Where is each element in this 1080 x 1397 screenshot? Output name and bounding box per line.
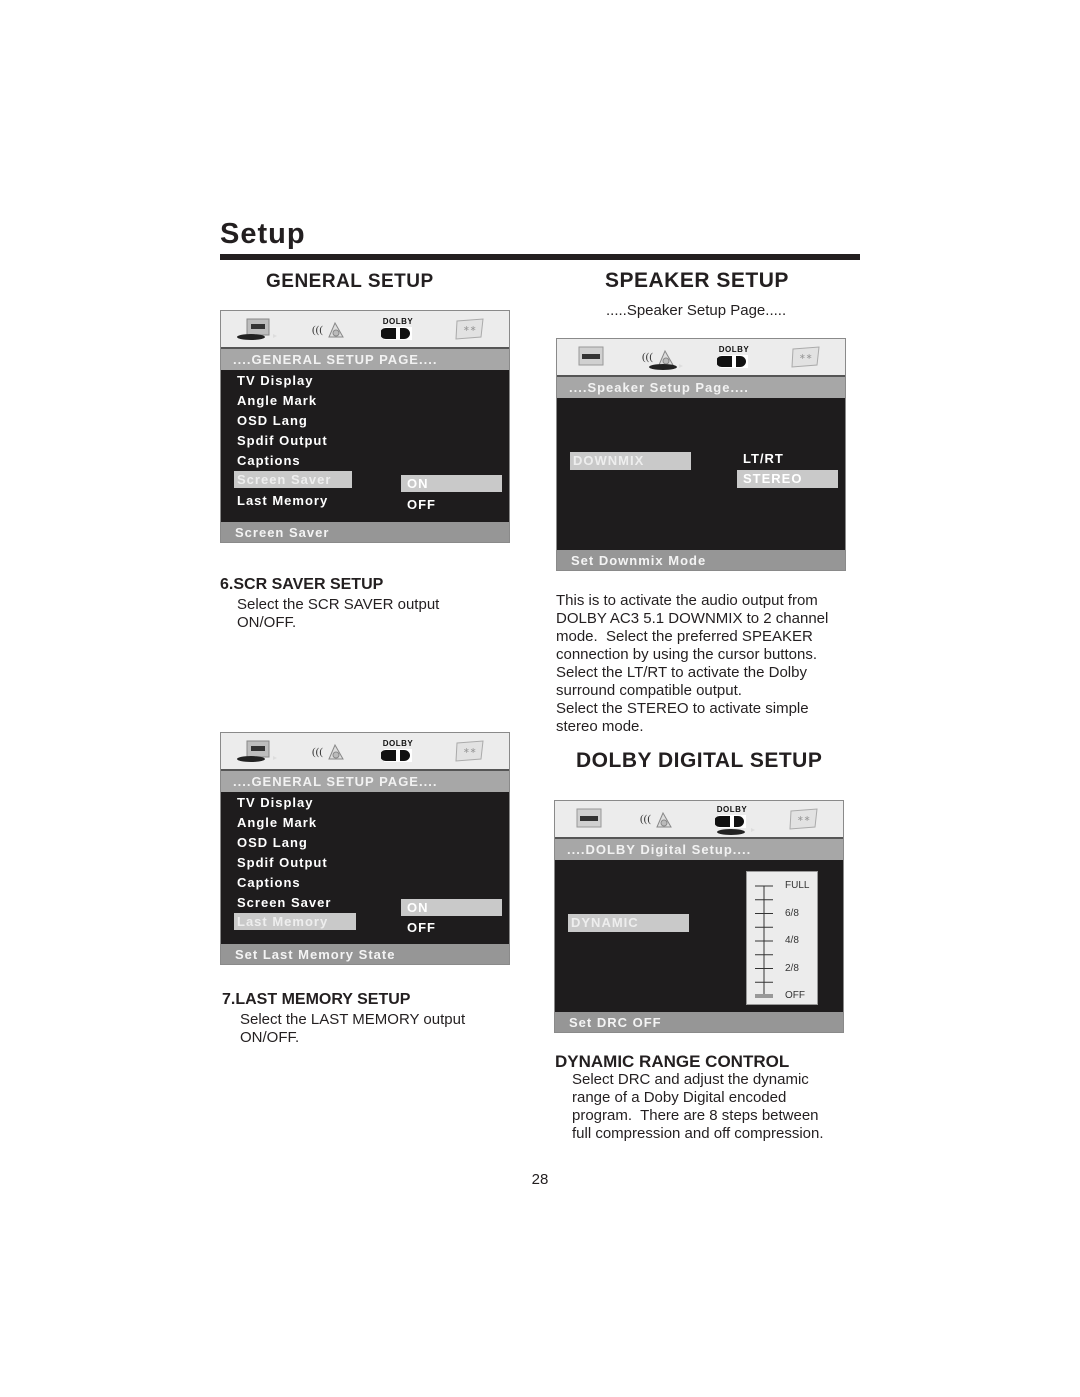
- svg-text:∗∗: ∗∗: [797, 814, 810, 823]
- option-on-selected[interactable]: ON: [401, 475, 502, 492]
- osd-status-bar: Set Downmix Mode: [557, 550, 845, 570]
- drc-label-6-8: 6/8: [785, 908, 799, 919]
- speaker-setup-heading: SPEAKER SETUP: [605, 269, 789, 292]
- speaker-icon[interactable]: (((: [309, 315, 349, 343]
- last-memory-text: Select the LAST MEMORY output ON/OFF.: [240, 1011, 466, 1046]
- scr-saver-text: Select the SCR SAVER output ON/OFF.: [237, 596, 440, 631]
- menu-item-captions[interactable]: Captions: [237, 453, 301, 468]
- option-off[interactable]: OFF: [407, 920, 436, 935]
- svg-text:(((: (((: [640, 813, 651, 825]
- osd-menu-body: TV Display Angle Mark OSD Lang Spdif Out…: [221, 370, 509, 522]
- osd-status-bar: Set DRC OFF: [555, 1012, 843, 1032]
- drc-label-2-8: 2/8: [785, 963, 799, 974]
- tv-display-icon[interactable]: [575, 343, 611, 371]
- dolby-digital-setup-screen: ((( DOLBY ∗∗ ....DOLBY Digital Setup....…: [554, 800, 844, 1033]
- drc-label-full: FULL: [785, 880, 810, 891]
- drc-level-marker: [755, 994, 773, 998]
- svg-text:∗∗: ∗∗: [799, 352, 812, 361]
- menu-item-captions[interactable]: Captions: [237, 875, 301, 890]
- osd-status-bar: Screen Saver: [221, 522, 509, 542]
- general-setup-heading: GENERAL SETUP: [266, 271, 434, 292]
- speaker-icon[interactable]: (((: [639, 343, 687, 371]
- osd-icon-bar: ((( DOLBY ∗∗: [555, 801, 843, 839]
- dolby-icon[interactable]: DOLBY: [717, 345, 751, 368]
- preference-icon[interactable]: ∗∗: [453, 737, 489, 765]
- osd-menu-body: TV Display Angle Mark OSD Lang Spdif Out…: [221, 792, 509, 944]
- menu-item-dynamic-selected[interactable]: DYNAMIC: [568, 914, 689, 932]
- preference-icon[interactable]: ∗∗: [453, 315, 489, 343]
- osd-icon-bar: ((( DOLBY ∗∗: [557, 339, 845, 377]
- menu-item-tv-display[interactable]: TV Display: [237, 373, 313, 388]
- menu-item-last-memory-selected[interactable]: Last Memory: [234, 913, 356, 930]
- dolby-icon[interactable]: DOLBY: [715, 805, 759, 836]
- menu-item-spdif-output[interactable]: Spdif Output: [237, 433, 328, 448]
- tv-display-icon[interactable]: [233, 737, 281, 765]
- general-setup-screen-1: ((( DOLBY ∗∗ ....GENERAL SETUP PAGE.... …: [220, 310, 510, 543]
- speaker-icon[interactable]: (((: [309, 737, 349, 765]
- menu-item-screen-saver[interactable]: Screen Saver: [237, 895, 331, 910]
- osd-icon-bar: ((( DOLBY ∗∗: [221, 311, 509, 349]
- preference-icon[interactable]: ∗∗: [789, 343, 825, 371]
- menu-item-osd-lang[interactable]: OSD Lang: [237, 413, 308, 428]
- tv-display-icon[interactable]: [573, 805, 609, 833]
- dolby-icon[interactable]: DOLBY: [381, 739, 415, 762]
- svg-text:∗∗: ∗∗: [463, 324, 476, 333]
- drc-label-off: OFF: [785, 990, 805, 1001]
- last-memory-heading: 7.LAST MEMORY SETUP: [222, 991, 411, 1008]
- osd-status-bar: Set Last Memory State: [221, 944, 509, 964]
- drc-scale-graphic: [755, 885, 773, 998]
- scr-saver-heading: 6.SCR SAVER SETUP: [220, 576, 384, 593]
- osd-icon-bar: ((( DOLBY ∗∗: [221, 733, 509, 771]
- dolby-digital-setup-heading: DOLBY DIGITAL SETUP: [576, 749, 823, 772]
- option-off[interactable]: OFF: [407, 497, 436, 512]
- drc-level-slider[interactable]: FULL 6/8 4/8 2/8 OFF: [746, 871, 818, 1005]
- speaker-setup-caption: .....Speaker Setup Page.....: [606, 302, 787, 319]
- drc-heading: DYNAMIC RANGE CONTROL: [555, 1052, 790, 1071]
- svg-text:(((: (((: [312, 324, 323, 336]
- menu-item-angle-mark[interactable]: Angle Mark: [237, 815, 317, 830]
- page-number: 28: [531, 1171, 549, 1188]
- drc-label-4-8: 4/8: [785, 935, 799, 946]
- osd-menu-body: DOWNMIX LT/RT STEREO: [557, 398, 845, 550]
- menu-item-spdif-output[interactable]: Spdif Output: [237, 855, 328, 870]
- menu-item-tv-display[interactable]: TV Display: [237, 795, 313, 810]
- speaker-setup-description: This is to activate the audio output fro…: [556, 592, 829, 735]
- menu-item-angle-mark[interactable]: Angle Mark: [237, 393, 317, 408]
- option-lt-rt[interactable]: LT/RT: [743, 451, 784, 466]
- svg-text:∗∗: ∗∗: [463, 746, 476, 755]
- menu-item-downmix-selected[interactable]: DOWNMIX: [570, 452, 691, 470]
- general-setup-screen-2: ((( DOLBY ∗∗ ....GENERAL SETUP PAGE.... …: [220, 732, 510, 965]
- title-rule: [220, 254, 860, 260]
- tv-display-icon[interactable]: [233, 315, 281, 343]
- osd-page-bar: ....GENERAL SETUP PAGE....: [221, 349, 509, 370]
- svg-text:(((: (((: [642, 351, 653, 363]
- osd-page-bar: ....Speaker Setup Page....: [557, 377, 845, 398]
- speaker-icon[interactable]: (((: [637, 805, 677, 833]
- osd-menu-body: DYNAMIC FULL 6/8 4/8 2/8 OFF: [555, 860, 843, 1012]
- osd-page-bar: ....DOLBY Digital Setup....: [555, 839, 843, 860]
- option-on-selected[interactable]: ON: [401, 899, 502, 916]
- svg-text:(((: (((: [312, 746, 323, 758]
- page-title: Setup: [220, 218, 306, 250]
- speaker-setup-screen: ((( DOLBY ∗∗ ....Speaker Setup Page.... …: [556, 338, 846, 571]
- menu-item-last-memory[interactable]: Last Memory: [237, 493, 328, 508]
- menu-item-osd-lang[interactable]: OSD Lang: [237, 835, 308, 850]
- option-stereo-selected[interactable]: STEREO: [737, 470, 838, 488]
- osd-page-bar: ....GENERAL SETUP PAGE....: [221, 771, 509, 792]
- preference-icon[interactable]: ∗∗: [787, 805, 823, 833]
- drc-text: Select DRC and adjust the dynamic range …: [572, 1071, 824, 1142]
- menu-item-screen-saver-selected[interactable]: Screen Saver: [234, 471, 352, 488]
- dolby-icon[interactable]: DOLBY: [381, 317, 415, 340]
